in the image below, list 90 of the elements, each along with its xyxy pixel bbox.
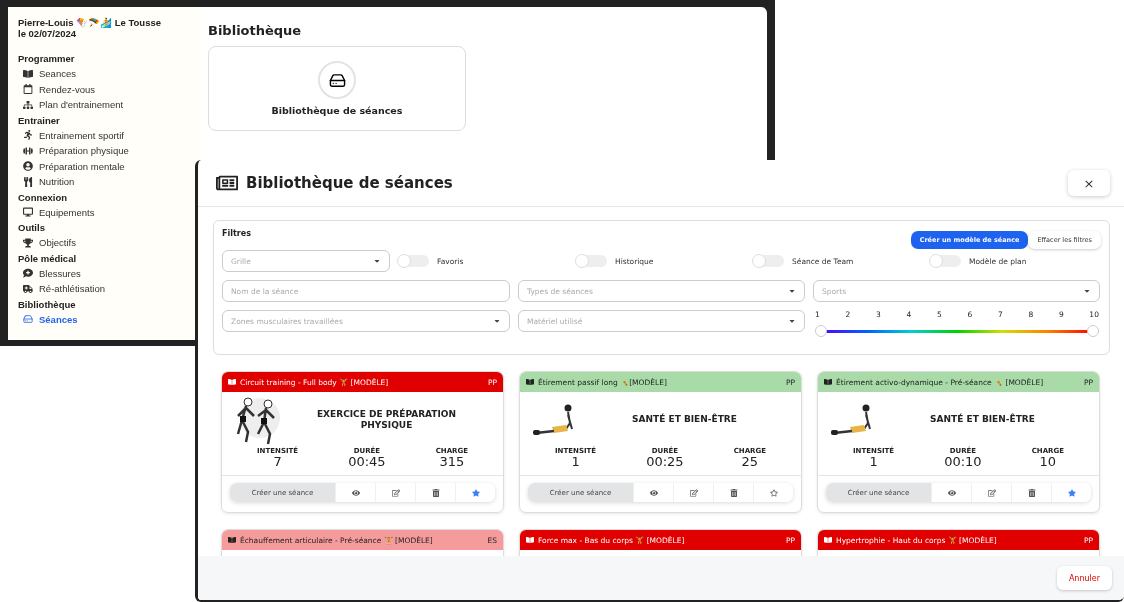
sidebar-item[interactable]: Entrainement sportif bbox=[18, 127, 190, 143]
book-icon bbox=[526, 536, 534, 544]
sidebar-item[interactable]: Préparation physique bbox=[18, 143, 190, 159]
stat-value: 00:45 bbox=[348, 455, 386, 469]
toggle-switch[interactable] bbox=[930, 255, 961, 267]
trash-icon bbox=[431, 488, 440, 497]
view-button[interactable] bbox=[931, 483, 971, 502]
sidebar-item[interactable]: Equipements bbox=[18, 204, 190, 220]
sidebar-item[interactable]: Ré-athlétisation bbox=[18, 281, 190, 297]
star-icon bbox=[471, 488, 480, 497]
favorite-button[interactable] bbox=[1051, 483, 1091, 502]
edit-icon bbox=[391, 488, 400, 497]
section-title: Entrainer bbox=[18, 113, 61, 128]
toggle-switch[interactable] bbox=[398, 255, 429, 267]
trash-icon bbox=[1027, 488, 1036, 497]
delete-button[interactable] bbox=[1011, 483, 1051, 502]
category-label: EXERCICE DE PRÉPARATION PHYSIQUE bbox=[315, 408, 457, 431]
drive-icon bbox=[23, 314, 33, 325]
star-outline-icon bbox=[769, 488, 778, 497]
page-title: Bibliothèque bbox=[208, 23, 303, 38]
toggle-switch[interactable] bbox=[576, 255, 607, 267]
edit-button[interactable] bbox=[673, 483, 713, 502]
section-title: Connexion bbox=[18, 190, 69, 205]
sidebar-item[interactable]: Séances bbox=[18, 311, 190, 327]
stat-value: 1 bbox=[869, 455, 878, 469]
edit-button[interactable] bbox=[971, 483, 1011, 502]
slider-thumb[interactable] bbox=[815, 325, 827, 337]
sidebar-item[interactable]: Objectifs bbox=[18, 235, 190, 251]
library-tile[interactable]: Bibliothèque de séances bbox=[208, 46, 466, 131]
book-icon bbox=[228, 378, 236, 386]
caret-icon bbox=[493, 317, 501, 325]
dialog-title: Bibliothèque de séances bbox=[246, 174, 453, 192]
utensils-icon bbox=[23, 176, 33, 187]
favorite-button[interactable] bbox=[455, 483, 495, 502]
book-icon bbox=[228, 536, 236, 544]
sidebar-item[interactable]: Nutrition bbox=[18, 174, 190, 190]
slider-thumb[interactable] bbox=[1087, 325, 1099, 337]
book-icon bbox=[824, 378, 832, 386]
stat-value: 1 bbox=[571, 455, 580, 469]
caret-icon bbox=[788, 317, 796, 325]
stat-value: 10 bbox=[1039, 455, 1057, 469]
user-name: Pierre-Louis 🪁🪂🏄 Le Tousse le 02/07/2024 bbox=[18, 17, 162, 39]
sidebar-item[interactable]: Plan d'entrainement bbox=[18, 97, 190, 113]
caret-icon bbox=[788, 287, 796, 295]
trash-icon bbox=[729, 488, 738, 497]
edit-button[interactable] bbox=[375, 483, 415, 502]
delete-button[interactable] bbox=[713, 483, 753, 502]
section-title: Outils bbox=[18, 221, 46, 235]
book-icon bbox=[824, 536, 832, 544]
star-icon bbox=[1067, 488, 1076, 497]
trophy-icon bbox=[23, 237, 33, 248]
sidebar-item[interactable]: Blessures bbox=[18, 265, 190, 281]
stat-value: 7 bbox=[273, 455, 282, 469]
monitor-icon bbox=[23, 207, 33, 218]
stat-value: 25 bbox=[741, 455, 759, 469]
calendar-icon bbox=[23, 84, 33, 95]
cancel-button[interactable]: Annuler bbox=[1056, 566, 1112, 590]
category-label: SANTÉ ET BIEN-ÊTRE bbox=[631, 414, 738, 425]
ambulance-icon bbox=[23, 283, 33, 294]
eye-icon bbox=[649, 488, 658, 497]
stat-value: 00:10 bbox=[944, 455, 982, 469]
runner-icon bbox=[23, 130, 33, 141]
medical-chat-icon bbox=[23, 268, 33, 279]
view-button[interactable] bbox=[335, 483, 375, 502]
sidebar-item[interactable]: Préparation mentale bbox=[18, 158, 190, 174]
view-button[interactable] bbox=[633, 483, 673, 502]
dumbbell-icon bbox=[23, 145, 33, 156]
delete-button[interactable] bbox=[415, 483, 455, 502]
caret-icon bbox=[373, 257, 381, 265]
close-button[interactable]: × bbox=[1068, 170, 1110, 196]
filters-title: Filtres bbox=[222, 229, 251, 238]
stat-value: 00:25 bbox=[646, 455, 684, 469]
book-icon bbox=[526, 378, 534, 386]
stat-value: 315 bbox=[439, 455, 465, 469]
intensity-slider[interactable] bbox=[815, 324, 1099, 338]
category-label: SANTÉ ET BIEN-ÊTRE bbox=[929, 414, 1036, 425]
sidebar-item[interactable]: Rendez-vous bbox=[18, 81, 190, 97]
caret-icon bbox=[1083, 287, 1091, 295]
section-title: Bibliothèque bbox=[18, 297, 77, 312]
edit-icon bbox=[689, 488, 698, 497]
eye-icon bbox=[351, 488, 360, 497]
book-icon bbox=[23, 68, 33, 79]
hierarchy-icon bbox=[23, 99, 33, 110]
edit-icon bbox=[987, 488, 996, 497]
section-title: Programmer bbox=[18, 52, 76, 66]
eye-icon bbox=[947, 488, 956, 497]
section-title: Pôle médical bbox=[18, 251, 78, 266]
drive-icon bbox=[318, 61, 356, 99]
toggle-switch[interactable] bbox=[753, 255, 784, 267]
sidebar-item[interactable]: Seances bbox=[18, 66, 190, 82]
